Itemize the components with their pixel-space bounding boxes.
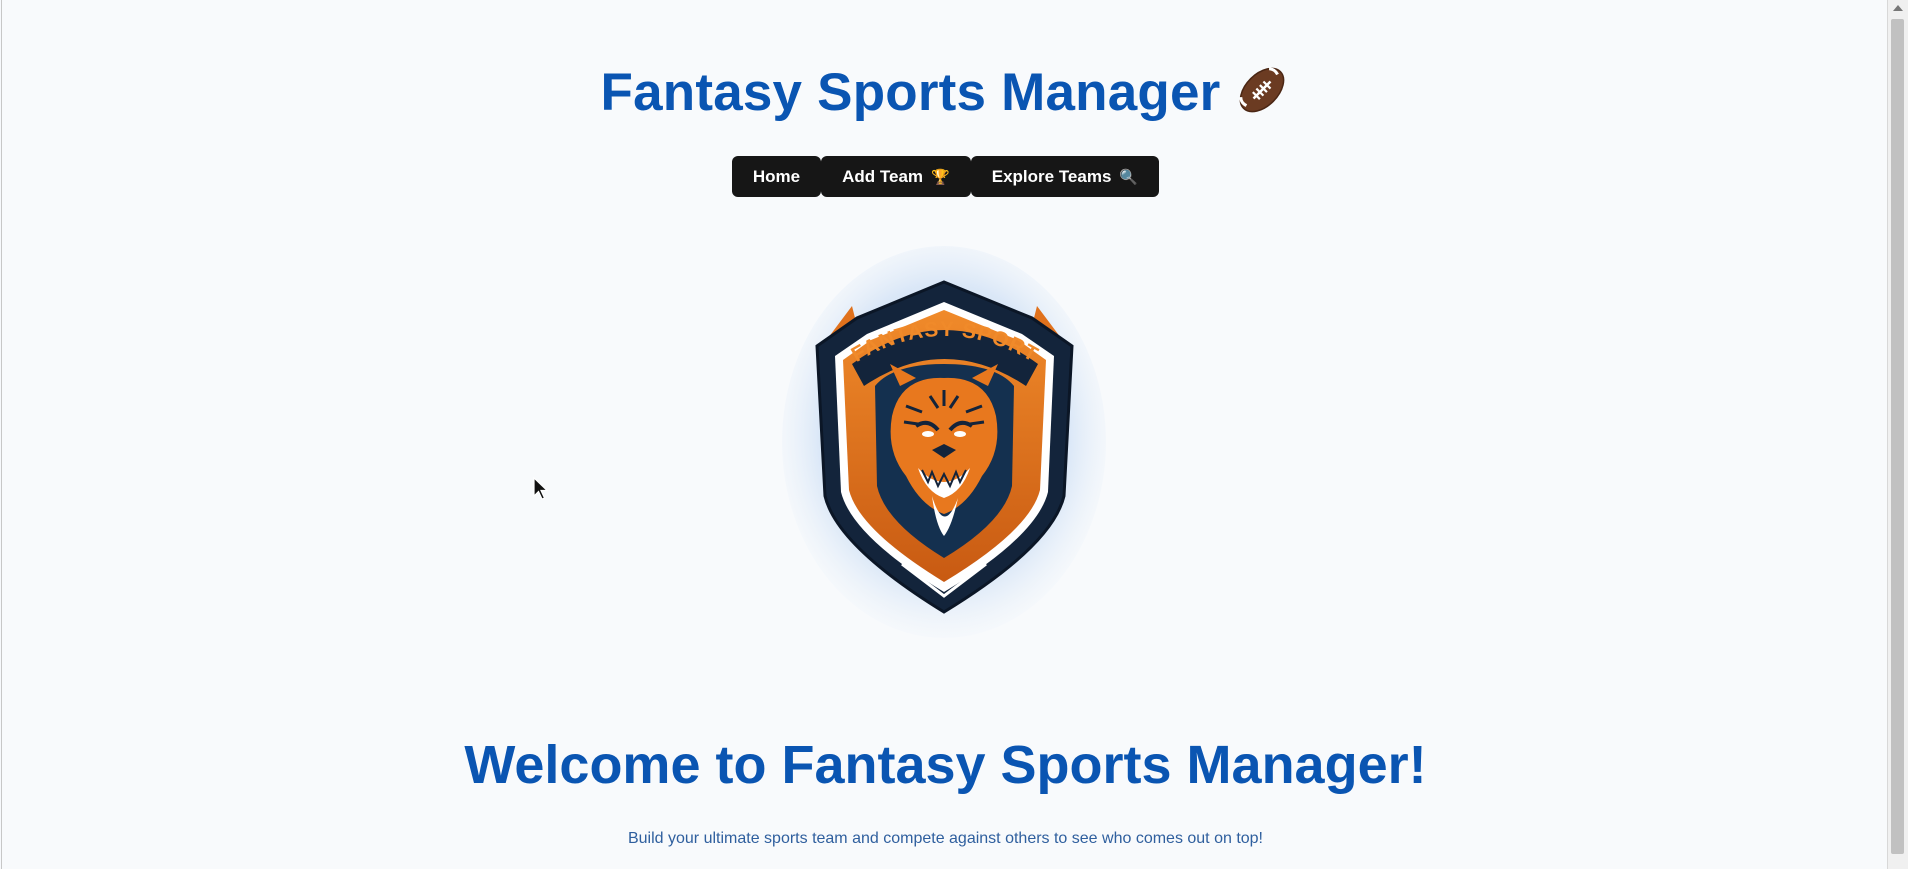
welcome-subtitle: Build your ultimate sports team and comp… xyxy=(627,830,1263,847)
site-title: Fantasy Sports Manager xyxy=(2,58,1889,128)
fantasy-sport-logo: FANTASY SPORT xyxy=(782,246,1107,638)
browser-viewport: Fantasy Sports Manager Home Add Team 🏆 E… xyxy=(1,0,1889,869)
mouse-cursor-icon xyxy=(533,476,549,506)
nav-add-team-label: Add Team xyxy=(842,166,924,186)
nav-explore-teams-button[interactable]: Explore Teams 🔍 xyxy=(970,156,1160,197)
page-header: Fantasy Sports Manager xyxy=(2,58,1889,128)
main-nav: Home Add Team 🏆 Explore Teams 🔍 xyxy=(2,156,1889,197)
trophy-icon: 🏆 xyxy=(931,168,950,186)
american-football-icon xyxy=(1234,62,1290,118)
welcome-heading: Welcome to Fantasy Sports Manager! xyxy=(464,735,1427,795)
scroll-up-arrow-icon[interactable] xyxy=(1893,5,1903,11)
vertical-scrollbar[interactable] xyxy=(1887,0,1908,869)
nav-explore-teams-label: Explore Teams xyxy=(991,166,1112,186)
magnifier-icon: 🔍 xyxy=(1119,168,1139,186)
nav-add-team-button[interactable]: Add Team 🏆 xyxy=(821,156,971,197)
scrollbar-thumb[interactable] xyxy=(1891,19,1904,854)
nav-home-button[interactable]: Home xyxy=(731,156,822,197)
site-title-text: Fantasy Sports Manager xyxy=(600,63,1221,122)
nav-home-label: Home xyxy=(752,166,801,186)
